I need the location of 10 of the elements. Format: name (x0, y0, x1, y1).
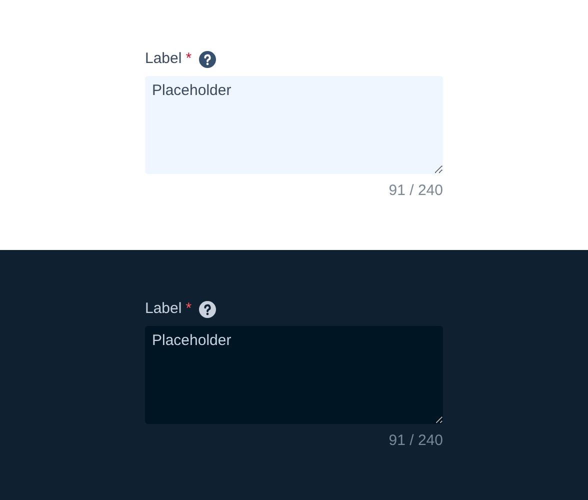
character-counter: 91 / 240 (388, 431, 443, 451)
field-label: Label (145, 298, 182, 319)
required-mark: * (186, 298, 192, 319)
field-label: Label (145, 48, 182, 69)
help-icon[interactable] (198, 50, 216, 68)
text-area[interactable]: Placeholder (145, 76, 443, 174)
character-counter: 91 / 240 (388, 181, 443, 201)
text-area[interactable]: Placeholder (145, 326, 443, 424)
required-mark: * (186, 48, 192, 69)
help-icon[interactable] (198, 300, 216, 318)
